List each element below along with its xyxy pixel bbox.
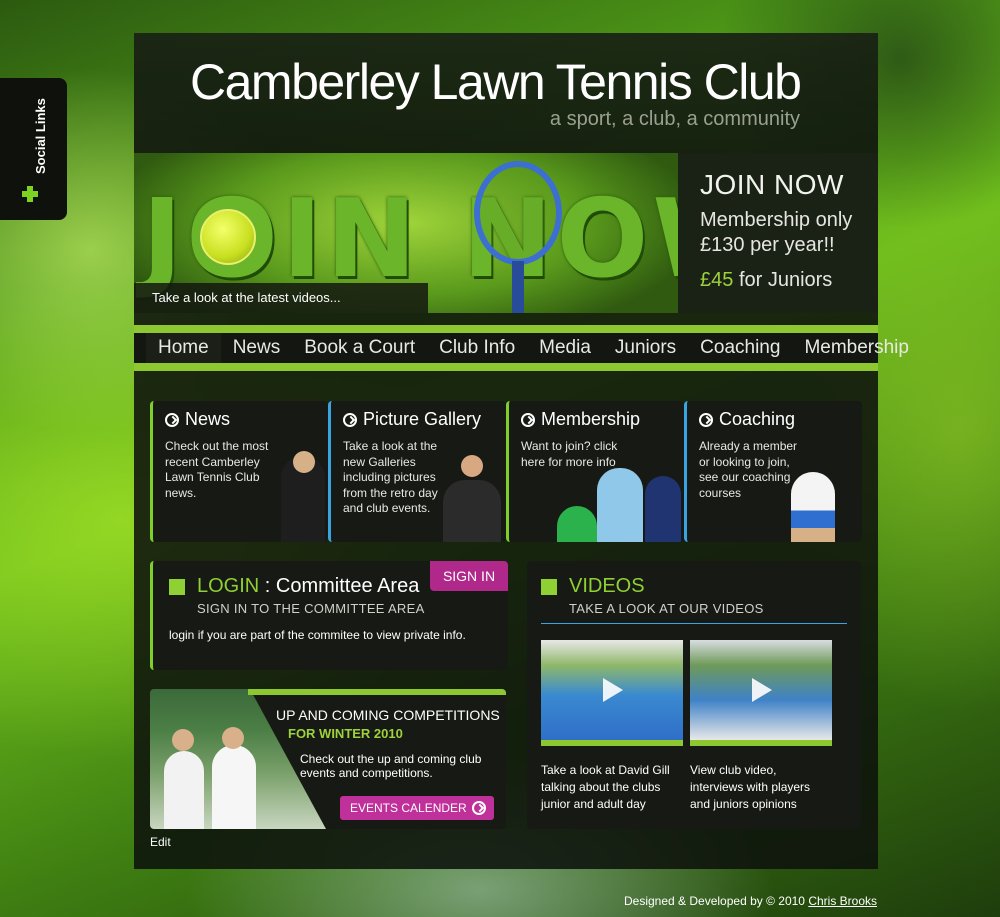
- nav-item-home[interactable]: Home: [146, 325, 221, 363]
- promo-per: per: [750, 234, 779, 256]
- social-links-label: Social Links: [33, 98, 48, 174]
- feature-desc: Take a look at the new Galleries includi…: [343, 439, 438, 515]
- feature-title-text: Membership: [541, 409, 641, 429]
- nav-item-membership[interactable]: Membership: [792, 333, 921, 363]
- footer-credit: Designed & Developed by © 2010 Chris Bro…: [624, 894, 877, 908]
- membership-promo[interactable]: JOIN NOW Membership only £130 per year!!…: [678, 153, 878, 313]
- circle-arrow-icon: [699, 412, 713, 427]
- video-desc-2: View club video, interviews with players…: [690, 763, 811, 811]
- competitions-box: UP AND COMING COMPETITIONS FOR WINTER 20…: [150, 689, 506, 829]
- feature-news[interactable]: News Check out the most recent Camberley…: [150, 401, 328, 542]
- tennis-player-image: [791, 472, 835, 542]
- feature-title-text: News: [185, 409, 231, 429]
- feature-title: News: [165, 409, 230, 430]
- member-adult-image: [597, 468, 643, 542]
- nav-item-media[interactable]: Media: [527, 333, 603, 363]
- news-person-head: [293, 451, 315, 473]
- login-title: LOGIN : Committee Area: [197, 575, 419, 598]
- events-calender-button[interactable]: EVENTS CALENDER: [340, 796, 494, 820]
- promo-title: JOIN NOW: [700, 169, 844, 200]
- footer-author-link[interactable]: Chris Brooks: [808, 894, 877, 908]
- site-title[interactable]: Camberley Lawn Tennis Club: [190, 53, 802, 111]
- feature-desc: Check out the most recent Camberley Lawn…: [165, 439, 269, 500]
- videos-square-icon: [541, 579, 557, 595]
- circle-arrow-icon: [472, 801, 486, 815]
- video-thumbnail-1[interactable]: [541, 640, 683, 746]
- video-desc-1: Take a look at David Gill talking about …: [541, 763, 670, 811]
- events-calender-label: EVENTS CALENDER: [350, 801, 467, 815]
- videos-subtitle: TAKE A LOOK AT OUR VIDEOS: [569, 601, 764, 616]
- feature-coaching[interactable]: Coaching Already a member or looking to …: [684, 401, 862, 542]
- competition-title: UP AND COMING COMPETITIONS: [276, 707, 500, 723]
- videos-title: VIDEOS: [569, 575, 645, 597]
- nav-item-club-info[interactable]: Club Info: [427, 333, 527, 363]
- feature-title: Coaching: [699, 409, 795, 430]
- player-one-head: [172, 729, 194, 751]
- play-icon[interactable]: [752, 678, 772, 702]
- nav-item-coaching[interactable]: Coaching: [688, 333, 792, 363]
- main-nav: Home News Book a Court Club Info Media J…: [134, 325, 909, 371]
- login-title-white: Committee Area: [275, 575, 420, 597]
- site-tagline: a sport, a club, a community: [549, 108, 800, 130]
- feature-title-text: Picture Gallery: [363, 409, 482, 429]
- page-container: Camberley Lawn Tennis Club a sport, a cl…: [134, 33, 909, 869]
- promo-juniors-price: £45: [700, 269, 734, 291]
- circle-arrow-icon: [165, 412, 179, 427]
- feature-picture-gallery[interactable]: Picture Gallery Take a look at the new G…: [328, 401, 506, 542]
- circle-arrow-icon: [343, 412, 357, 427]
- sign-in-button[interactable]: SIGN IN: [430, 561, 508, 591]
- promo-line: Membership only: [700, 209, 853, 231]
- circle-arrow-icon: [521, 412, 535, 427]
- nav-bar: Home News Book a Court Club Info Media J…: [134, 325, 909, 363]
- racket-handle: [512, 261, 524, 313]
- feature-desc: Want to join? click here for more info: [521, 439, 618, 469]
- tennis-racket-icon: [474, 161, 562, 265]
- member-woman-image: [645, 476, 681, 542]
- player-one-image: [164, 751, 204, 829]
- promo-price: £130: [700, 234, 745, 256]
- footer-text: Designed & Developed by © 2010: [624, 894, 805, 908]
- feature-title-text: Coaching: [719, 409, 796, 429]
- video-bar: [541, 740, 683, 746]
- competition-topbar: [248, 689, 506, 695]
- nav-item-juniors[interactable]: Juniors: [603, 333, 688, 363]
- play-icon[interactable]: [603, 678, 623, 702]
- photographer-image: [443, 480, 501, 542]
- site-header: Camberley Lawn Tennis Club a sport, a cl…: [134, 33, 878, 153]
- promo-price-line: £130 per year!!: [700, 234, 878, 257]
- plus-icon[interactable]: [22, 186, 38, 202]
- latest-videos-link[interactable]: Take a look at the latest videos...: [134, 283, 428, 313]
- login-box: LOGIN : Committee Area SIGN IN TO THE CO…: [150, 561, 508, 670]
- videos-box: VIDEOS TAKE A LOOK AT OUR VIDEOS Take a …: [527, 561, 861, 829]
- videos-divider: [541, 623, 847, 624]
- nav-item-news[interactable]: News: [221, 333, 293, 363]
- login-title-sep: :: [259, 575, 276, 597]
- feature-title: Picture Gallery: [343, 409, 481, 430]
- video-thumbnail-2[interactable]: [690, 640, 832, 746]
- player-two-head: [222, 727, 244, 749]
- photographer-head: [461, 455, 483, 477]
- login-subtitle: SIGN IN TO THE COMMITTEE AREA: [197, 601, 425, 616]
- member-child-image: [557, 506, 597, 542]
- login-desc: login if you are part of the commitee to…: [169, 628, 466, 642]
- edit-link[interactable]: Edit: [150, 835, 171, 849]
- promo-juniors-text: for Juniors: [738, 269, 833, 291]
- feature-title: Membership: [521, 409, 640, 430]
- competition-desc: Check out the up and coming club events …: [300, 752, 482, 780]
- promo-exclaim: !!: [823, 234, 835, 256]
- banner-image: JOIN NOW Take a look at the latest video…: [134, 153, 678, 313]
- player-two-image: [212, 745, 256, 829]
- join-banner[interactable]: JOIN NOW Take a look at the latest video…: [134, 153, 878, 313]
- feature-boxes: News Check out the most recent Camberley…: [150, 401, 862, 542]
- competition-subtitle: FOR WINTER 2010: [288, 726, 403, 741]
- promo-year: year: [784, 234, 824, 256]
- promo-juniors-line: £45 for Juniors: [700, 269, 878, 292]
- nav-item-book-a-court[interactable]: Book a Court: [292, 333, 427, 363]
- video-bar: [690, 740, 832, 746]
- social-links-tab[interactable]: Social Links: [0, 78, 67, 220]
- feature-membership[interactable]: Membership Want to join? click here for …: [506, 401, 684, 542]
- tennis-ball-icon: [200, 209, 256, 265]
- login-title-green: LOGIN: [197, 575, 260, 597]
- login-square-icon: [169, 579, 185, 595]
